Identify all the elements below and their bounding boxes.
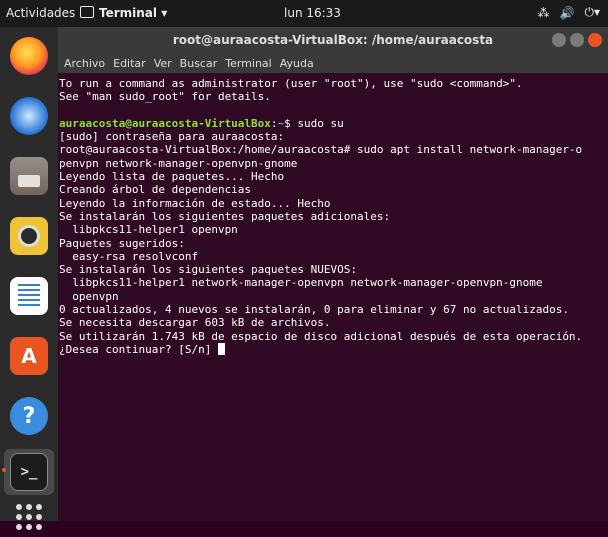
help-icon[interactable]: ? [10, 397, 48, 435]
maximize-button[interactable] [570, 33, 584, 47]
terminal-line: libpkcs11-helper1 openvpn [59, 223, 238, 237]
window-titlebar[interactable]: root@auraacosta-VirtualBox: /home/auraac… [58, 27, 608, 53]
app-menu-terminal[interactable]: Terminal ▾ [80, 6, 167, 20]
terminal-line: easy-rsa resolvconf [59, 249, 199, 263]
terminal-line: Paquetes sugeridos: [59, 236, 185, 250]
prompt-user: auraacosta@auraacosta-VirtualBox [59, 116, 271, 130]
terminal-line: 0 actualizados, 4 nuevos se instalarán, … [59, 303, 569, 317]
files-icon[interactable] [10, 157, 48, 195]
minimize-button[interactable] [552, 33, 566, 47]
terminal-icon[interactable]: >_ [10, 453, 48, 491]
terminal-output[interactable]: To run a command as administrator (user … [58, 73, 608, 521]
menu-ver[interactable]: Ver [154, 57, 172, 70]
terminal-line: Se instalarán los siguientes paquetes NU… [59, 263, 358, 277]
terminal-line: To run a command as administrator (user … [59, 77, 523, 90]
activities-button[interactable]: Actividades [6, 6, 75, 20]
terminal-line: Leyendo lista de paquetes... Hecho [59, 170, 285, 184]
power-menu-icon[interactable]: ⏻▾ [584, 5, 600, 20]
rhythmbox-disc-shape [18, 225, 40, 247]
menu-editar[interactable]: Editar [113, 57, 146, 70]
terminal-small-icon [80, 6, 94, 18]
prompt-command: $ sudo su [284, 116, 344, 130]
top-bar: Actividades Terminal ▾ lun 16:33 ⁂ 🔊 ⏻▾ [0, 0, 608, 27]
terminal-line: Creando árbol de dependencias [59, 183, 252, 197]
terminal-line: root@auraacosta-VirtualBox:/home/auraaco… [59, 143, 583, 157]
rhythmbox-icon[interactable] [10, 217, 48, 255]
text-cursor [217, 342, 225, 355]
confirm-prompt: ¿Desea continuar? [S/n] [59, 342, 218, 356]
terminal-line: penvpn network-manager-openvpn-gnome [59, 156, 298, 170]
volume-icon[interactable]: 🔊 [560, 6, 575, 20]
network-icon[interactable]: ⁂ [538, 6, 550, 20]
menu-buscar[interactable]: Buscar [180, 57, 218, 70]
terminal-input-line[interactable]: ¿Desea continuar? [S/n] [59, 342, 608, 356]
terminal-line: Se instalarán los siguientes paquetes ad… [59, 209, 391, 223]
menu-archivo[interactable]: Archivo [64, 57, 105, 70]
firefox-icon[interactable] [10, 37, 48, 75]
system-tray[interactable]: ⁂ 🔊 ⏻▾ [538, 5, 600, 20]
terminal-line: openvpn [59, 289, 119, 303]
running-indicator [2, 468, 6, 472]
terminal-line: See "man sudo_root" for details. [59, 90, 271, 104]
files-drawer-shape [18, 175, 40, 187]
close-button[interactable] [588, 33, 602, 47]
writer-lines-shape [18, 284, 40, 308]
menu-terminal[interactable]: Terminal [225, 57, 272, 70]
dock: A ? >_ [0, 27, 58, 530]
libreoffice-writer-icon[interactable] [10, 277, 48, 315]
window-controls [552, 33, 602, 47]
clock[interactable]: lun 16:33 [284, 6, 341, 20]
app-menu-label: Terminal ▾ [99, 6, 168, 20]
terminal-line: Leyendo la información de estado... Hech… [59, 196, 331, 210]
terminal-line: [sudo] contraseña para auraacosta: [59, 130, 285, 144]
prompt-separator: : [270, 116, 278, 130]
apps-grid-shape [16, 504, 42, 530]
terminal-glyph: >_ [20, 464, 38, 480]
terminal-line: Se necesita descargar 603 kB de archivos… [59, 316, 331, 330]
menu-bar: Archivo Editar Ver Buscar Terminal Ayuda [58, 53, 608, 73]
window-title: root@auraacosta-VirtualBox: /home/auraac… [172, 33, 494, 47]
help-glyph: ? [22, 403, 36, 429]
terminal-prompt-line: auraacosta@auraacosta-VirtualBox:~$ sudo… [59, 117, 608, 130]
terminal-line: Se utilizarán 1.743 kB de espacio de dis… [59, 329, 583, 343]
terminal-line: libpkcs11-helper1 network-manager-openvp… [59, 276, 543, 290]
menu-ayuda[interactable]: Ayuda [280, 57, 314, 70]
terminal-window: root@auraacosta-VirtualBox: /home/auraac… [58, 27, 608, 521]
thunderbird-icon[interactable] [10, 97, 48, 135]
ubuntu-software-icon[interactable]: A [10, 337, 48, 375]
software-glyph: A [21, 344, 37, 368]
show-applications-icon[interactable] [10, 497, 48, 537]
